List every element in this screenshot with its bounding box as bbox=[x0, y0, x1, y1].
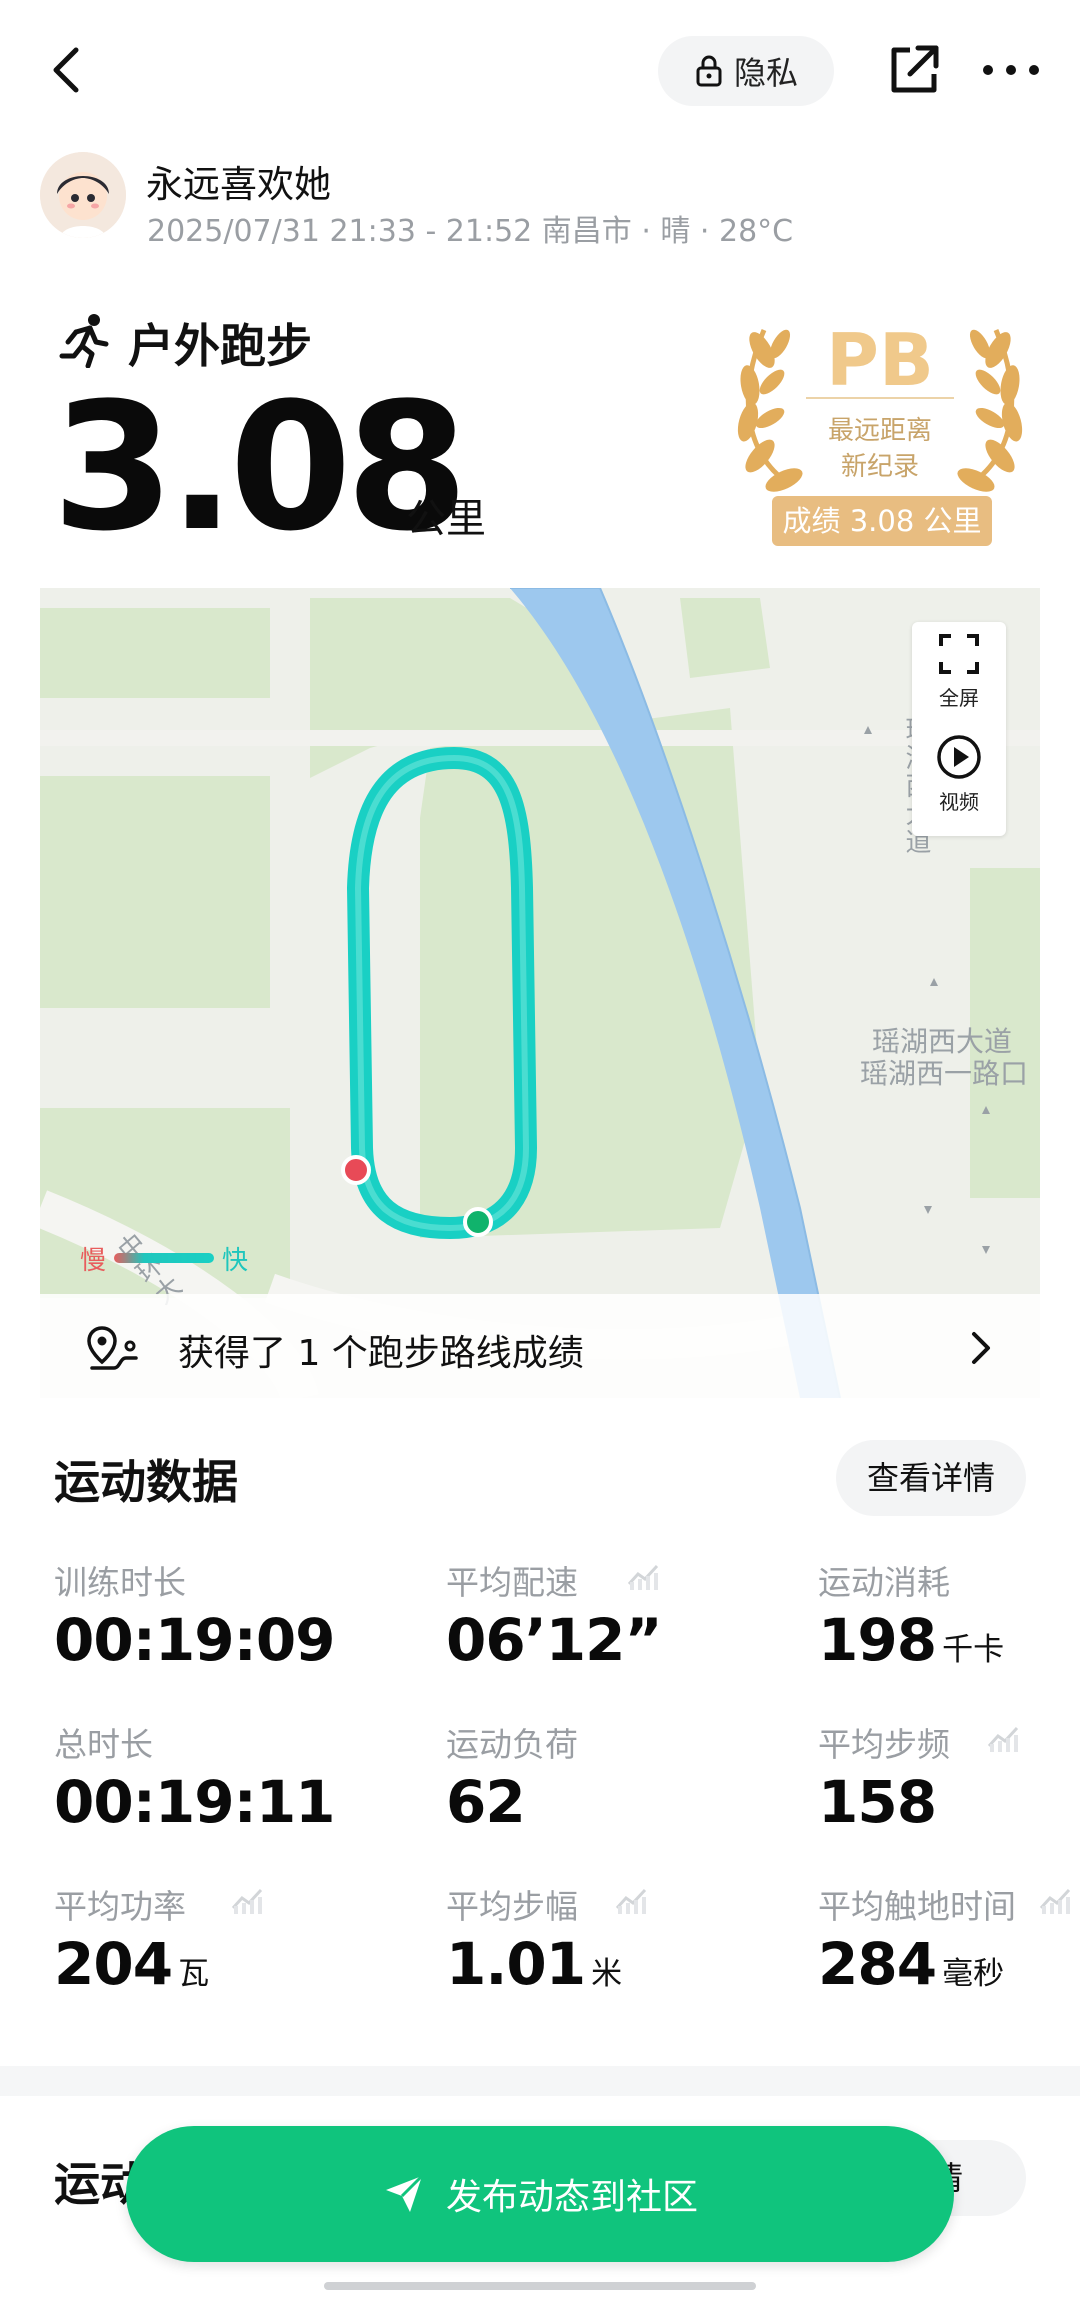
play-icon bbox=[937, 735, 981, 779]
stat-unit: 瓦 bbox=[178, 1956, 210, 1992]
fullscreen-icon bbox=[939, 634, 979, 674]
share-icon[interactable] bbox=[884, 40, 944, 100]
stat-value: 198 千卡 bbox=[818, 1606, 1004, 1674]
stat-label: 运动消耗 bbox=[818, 1563, 950, 1602]
stat-label: 平均配速 bbox=[446, 1563, 578, 1602]
video-button[interactable]: 视频 bbox=[912, 734, 1006, 815]
stat-item: 运动消耗 198 千卡 bbox=[818, 1556, 1080, 1686]
stat-label: 运动负荷 bbox=[446, 1725, 578, 1764]
publish-label: 发布动态到社区 bbox=[445, 2177, 698, 2218]
distance-unit: 公里 bbox=[406, 496, 486, 542]
stat-number: 204 bbox=[54, 1930, 173, 1998]
stat-value: 284 毫秒 bbox=[818, 1930, 1004, 1998]
more-icon[interactable] bbox=[976, 40, 1046, 100]
trend-chart-icon[interactable] bbox=[230, 1886, 264, 1914]
stat-label: 平均步幅 bbox=[446, 1887, 578, 1926]
pb-result: 成绩 3.08 公里 bbox=[772, 496, 992, 546]
activity-meta: 2025/07/31 21:33 - 21:52 南昌市 · 晴 · 28°C bbox=[147, 214, 794, 249]
privacy-button[interactable]: 隐私 bbox=[658, 36, 834, 106]
stat-item: 平均触地时间 284 毫秒 bbox=[818, 1880, 1080, 2010]
trend-chart-icon[interactable] bbox=[1038, 1886, 1072, 1914]
pb-title: PB bbox=[826, 318, 934, 402]
chevron-right-icon bbox=[972, 1332, 990, 1364]
stat-label: 平均触地时间 bbox=[818, 1887, 1016, 1926]
stats-title: 运动数据 bbox=[54, 1455, 238, 1509]
route-pin-icon bbox=[87, 1326, 138, 1370]
trend-chart-icon[interactable] bbox=[986, 1724, 1020, 1752]
stat-item: 平均步频 158 bbox=[818, 1718, 1080, 1848]
end-marker bbox=[463, 1207, 493, 1237]
start-marker bbox=[341, 1155, 371, 1185]
map-controls: 全屏 视频 bbox=[912, 622, 1006, 836]
stat-label: 平均功率 bbox=[54, 1887, 186, 1926]
lock-icon bbox=[696, 55, 722, 87]
stat-value: 204 瓦 bbox=[54, 1930, 209, 1998]
stat-item: 平均步幅 1.01 米 bbox=[446, 1880, 776, 2010]
stat-item: 总时长 00:19:11 bbox=[54, 1718, 384, 1848]
send-icon bbox=[385, 2174, 424, 2212]
privacy-label: 隐私 bbox=[733, 54, 798, 92]
stat-number: 1.01 bbox=[446, 1930, 586, 1998]
stat-number: 00:19:11 bbox=[54, 1768, 336, 1836]
stat-unit: 千卡 bbox=[942, 1632, 1005, 1668]
stat-number: 284 bbox=[818, 1930, 937, 1998]
video-label: 视频 bbox=[939, 790, 979, 814]
stat-value: 158 bbox=[818, 1768, 937, 1836]
view-details-button[interactable]: 查看详情 bbox=[836, 1440, 1026, 1516]
publish-to-community-button[interactable]: 发布动态到社区 bbox=[126, 2126, 954, 2262]
stat-unit: 米 bbox=[591, 1956, 623, 1992]
stat-value: 62 bbox=[446, 1768, 526, 1836]
user-name[interactable]: 永远喜欢她 bbox=[146, 154, 331, 208]
road-label-2: 瑶湖西一路口 bbox=[860, 1057, 1029, 1090]
user-row: 永远喜欢她 2025/07/31 21:33 - 21:52 南昌市 · 晴 ·… bbox=[40, 148, 1040, 249]
pb-line1: 最远距离 bbox=[827, 416, 932, 446]
distance-value: 3.08 bbox=[52, 365, 468, 570]
stat-number: 158 bbox=[818, 1768, 937, 1836]
home-indicator[interactable] bbox=[324, 2282, 756, 2290]
fullscreen-label: 全屏 bbox=[939, 686, 979, 710]
stat-number: 06’12” bbox=[446, 1606, 663, 1674]
pb-badge[interactable]: PB 最远距离 新纪录 成绩 3.08 公里 bbox=[724, 310, 1036, 550]
stat-label: 训练时长 bbox=[54, 1563, 186, 1602]
stat-unit: 毫秒 bbox=[942, 1956, 1005, 1992]
stat-item: 平均功率 204 瓦 bbox=[54, 1880, 384, 2010]
stat-value: 00:19:09 bbox=[54, 1606, 336, 1674]
stat-number: 198 bbox=[818, 1606, 937, 1674]
back-arrow-icon[interactable] bbox=[40, 40, 100, 100]
stat-number: 00:19:09 bbox=[54, 1606, 336, 1674]
route-map[interactable]: 瑶湖西大道 瑶湖西大道 瑶湖西一路口 中环大 全屏 视频 慢 快 bbox=[40, 588, 1040, 1398]
stat-label: 平均步频 bbox=[818, 1725, 950, 1764]
stat-value: 1.01 米 bbox=[446, 1930, 622, 1998]
stat-item: 训练时长 00:19:09 bbox=[54, 1556, 384, 1686]
pb-line2: 新纪录 bbox=[840, 452, 919, 482]
route-achievement-bar[interactable]: 获得了 1 个跑步路线成绩 bbox=[40, 1294, 1040, 1398]
legend-fast: 快 bbox=[222, 1245, 249, 1276]
legend-slow: 慢 bbox=[80, 1245, 107, 1276]
stat-item: 平均配速 06’12” bbox=[446, 1556, 776, 1686]
top-bar: 隐私 bbox=[0, 0, 1080, 140]
route-achievement-text: 获得了 1 个跑步路线成绩 bbox=[178, 1333, 584, 1374]
pace-legend: 慢 快 bbox=[80, 1238, 280, 1278]
stat-item: 运动负荷 62 bbox=[446, 1718, 776, 1848]
avatar[interactable] bbox=[40, 152, 126, 238]
fullscreen-button[interactable]: 全屏 bbox=[912, 632, 1006, 711]
stat-number: 62 bbox=[446, 1768, 526, 1836]
section-divider bbox=[0, 2066, 1080, 2096]
running-icon bbox=[59, 314, 109, 368]
stat-label: 总时长 bbox=[54, 1725, 153, 1764]
stat-value: 00:19:11 bbox=[54, 1768, 336, 1836]
trend-chart-icon[interactable] bbox=[614, 1886, 648, 1914]
avatar-image bbox=[40, 152, 126, 238]
legend-gradient-bar bbox=[114, 1253, 215, 1263]
trend-chart-icon[interactable] bbox=[626, 1562, 660, 1590]
stat-value: 06’12” bbox=[446, 1606, 663, 1674]
